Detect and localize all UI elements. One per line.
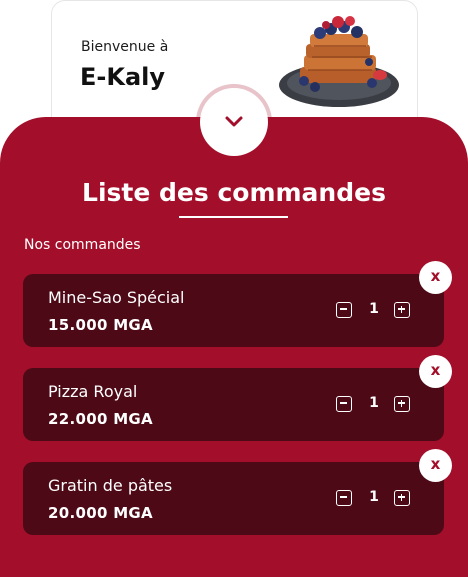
- decrease-quantity-button[interactable]: [336, 490, 352, 506]
- order-name: Mine-Sao Spécial: [48, 288, 185, 307]
- quantity-stepper: 1: [336, 395, 416, 415]
- remove-order-button[interactable]: x: [419, 355, 452, 388]
- quantity-value: 1: [369, 489, 379, 505]
- minus-icon: [340, 496, 347, 499]
- order-name: Gratin de pâtes: [48, 476, 173, 495]
- quantity-value: 1: [369, 395, 379, 411]
- order-item: Gratin de pâtes 20.000 MGA 1: [23, 462, 444, 535]
- order-price: 15.000 MGA: [48, 316, 153, 334]
- collapse-toggle-button[interactable]: [200, 88, 268, 156]
- plus-icon: [400, 494, 403, 501]
- chevron-down-icon: [225, 116, 243, 127]
- quantity-value: 1: [369, 301, 379, 317]
- minus-icon: [340, 402, 347, 405]
- increase-quantity-button[interactable]: [394, 490, 410, 506]
- welcome-text: Bienvenue à: [81, 39, 169, 55]
- plus-icon: [400, 306, 403, 313]
- section-subtitle: Nos commandes: [24, 237, 141, 253]
- order-price: 22.000 MGA: [48, 410, 153, 428]
- decrease-quantity-button[interactable]: [336, 302, 352, 318]
- order-item: Mine-Sao Spécial 15.000 MGA 1: [23, 274, 444, 347]
- order-item: Pizza Royal 22.000 MGA 1: [23, 368, 444, 441]
- plus-icon: [400, 400, 403, 407]
- increase-quantity-button[interactable]: [394, 302, 410, 318]
- remove-order-button[interactable]: x: [419, 261, 452, 294]
- decrease-quantity-button[interactable]: [336, 396, 352, 412]
- quantity-stepper: 1: [336, 301, 416, 321]
- page-title: Liste des commandes: [82, 178, 386, 207]
- order-price: 20.000 MGA: [48, 504, 153, 522]
- increase-quantity-button[interactable]: [394, 396, 410, 412]
- app-name: E-Kaly: [80, 63, 166, 91]
- quantity-stepper: 1: [336, 489, 416, 509]
- title-underline: [179, 216, 288, 218]
- order-name: Pizza Royal: [48, 382, 138, 401]
- remove-order-button[interactable]: x: [419, 449, 452, 482]
- minus-icon: [340, 308, 347, 311]
- waffles-with-berries-image: [279, 16, 399, 107]
